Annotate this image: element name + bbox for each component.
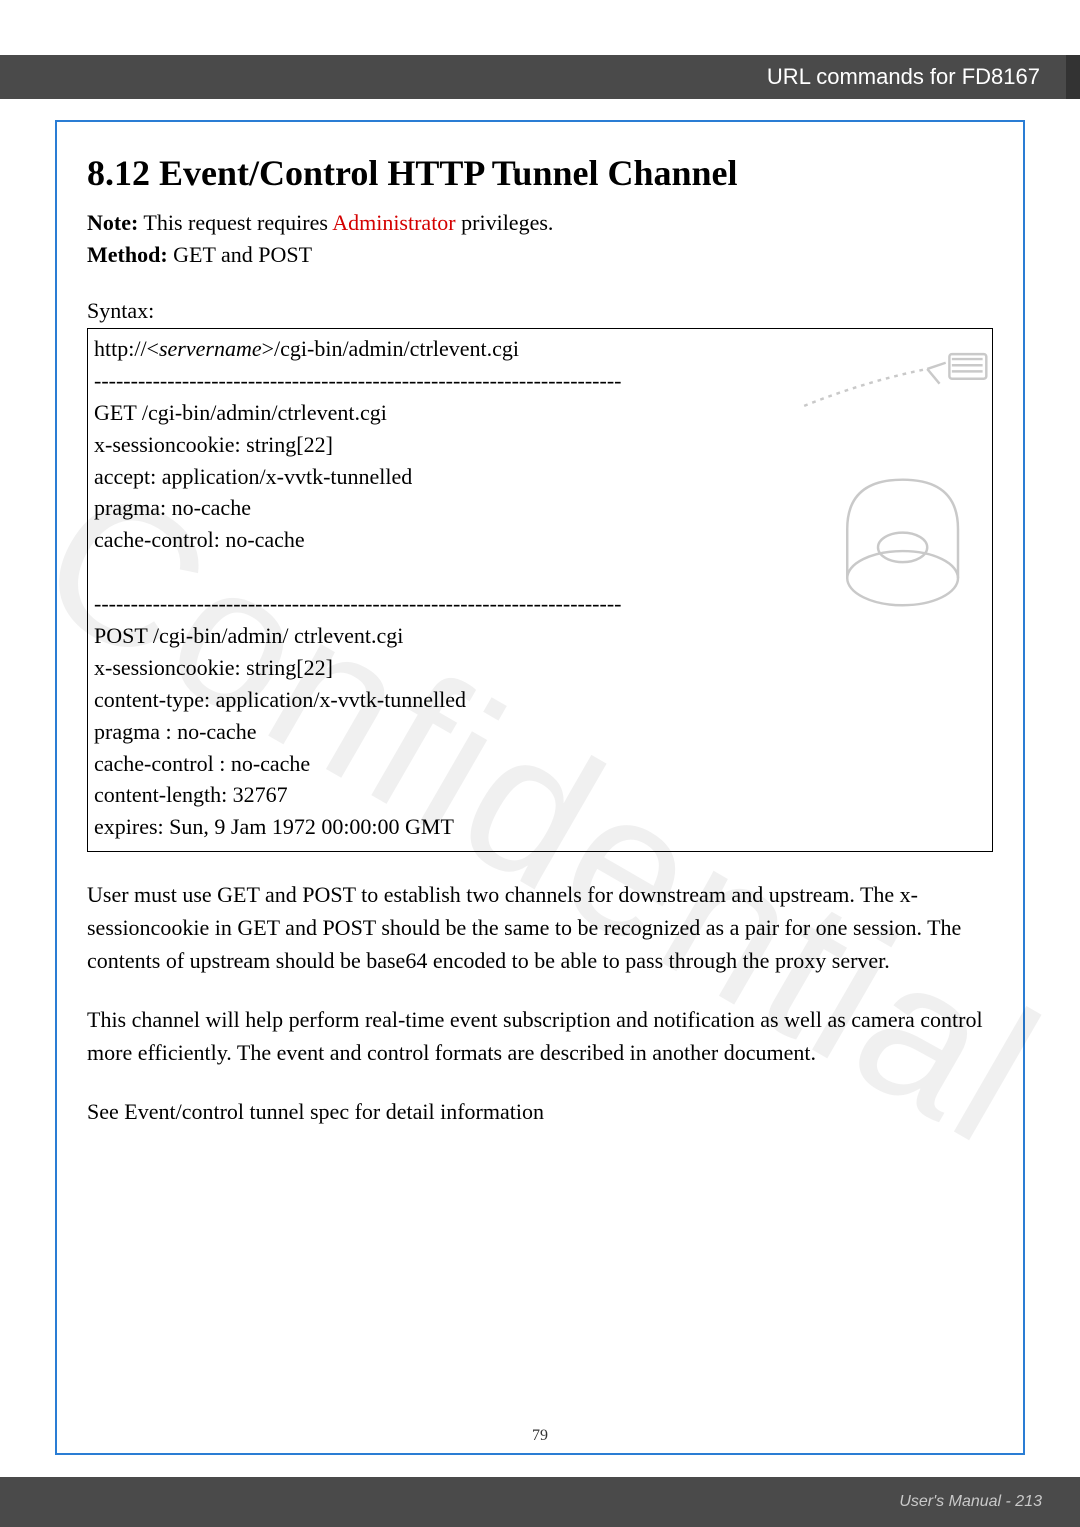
header-bar: URL commands for FD8167 xyxy=(0,55,1080,99)
syntax-box: http://<servername>/cgi-bin/admin/ctrlev… xyxy=(87,328,993,852)
page-frame: Confidential 8.12 Event/Control HTTP Tun… xyxy=(55,120,1025,1455)
get-line-2: accept: application/x-vvtk-tunnelled xyxy=(94,461,986,493)
syntax-url-suffix: >/cgi-bin/admin/ctrlevent.cgi xyxy=(262,336,519,361)
post-line-4: cache-control : no-cache xyxy=(94,748,986,780)
syntax-url: http://<servername>/cgi-bin/admin/ctrlev… xyxy=(94,333,986,365)
paragraph-2: This channel will help perform real-time… xyxy=(87,1003,993,1069)
inner-page-number: 79 xyxy=(532,1427,548,1445)
get-line-3: pragma: no-cache xyxy=(94,492,986,524)
get-line-1: x-sessioncookie: string[22] xyxy=(94,429,986,461)
dash-line-2: ----------------------------------------… xyxy=(94,588,986,620)
footer-text: User's Manual - 213 xyxy=(899,1493,1042,1511)
syntax-url-prefix: http://< xyxy=(94,336,159,361)
section-title: 8.12 Event/Control HTTP Tunnel Channel xyxy=(87,152,993,194)
post-line-2: content-type: application/x-vvtk-tunnell… xyxy=(94,684,986,716)
syntax-servername: servername xyxy=(159,336,262,361)
note-before: This request requires xyxy=(138,210,332,235)
dash-line-1: ----------------------------------------… xyxy=(94,365,986,397)
note-line: Note: This request requires Administrato… xyxy=(87,210,993,236)
post-line-0: POST /cgi-bin/admin/ ctrlevent.cgi xyxy=(94,620,986,652)
note-privilege: Administrator xyxy=(332,210,455,235)
post-line-5: content-length: 32767 xyxy=(94,779,986,811)
paragraph-1: User must use GET and POST to establish … xyxy=(87,878,993,977)
header-title: URL commands for FD8167 xyxy=(767,64,1040,90)
note-label: Note: xyxy=(87,210,138,235)
post-line-3: pragma : no-cache xyxy=(94,716,986,748)
post-line-1: x-sessioncookie: string[22] xyxy=(94,652,986,684)
footer-bar: User's Manual - 213 xyxy=(0,1477,1080,1527)
get-line-0: GET /cgi-bin/admin/ctrlevent.cgi xyxy=(94,397,986,429)
paragraph-3: See Event/control tunnel spec for detail… xyxy=(87,1095,993,1128)
note-after: privileges. xyxy=(456,210,554,235)
post-line-6: expires: Sun, 9 Jam 1972 00:00:00 GMT xyxy=(94,811,986,843)
method-value: GET and POST xyxy=(168,242,312,267)
header-tab xyxy=(1066,55,1080,99)
method-label: Method: xyxy=(87,242,168,267)
syntax-label: Syntax: xyxy=(87,298,993,324)
get-line-4: cache-control: no-cache xyxy=(94,524,986,556)
method-line: Method: GET and POST xyxy=(87,242,993,268)
